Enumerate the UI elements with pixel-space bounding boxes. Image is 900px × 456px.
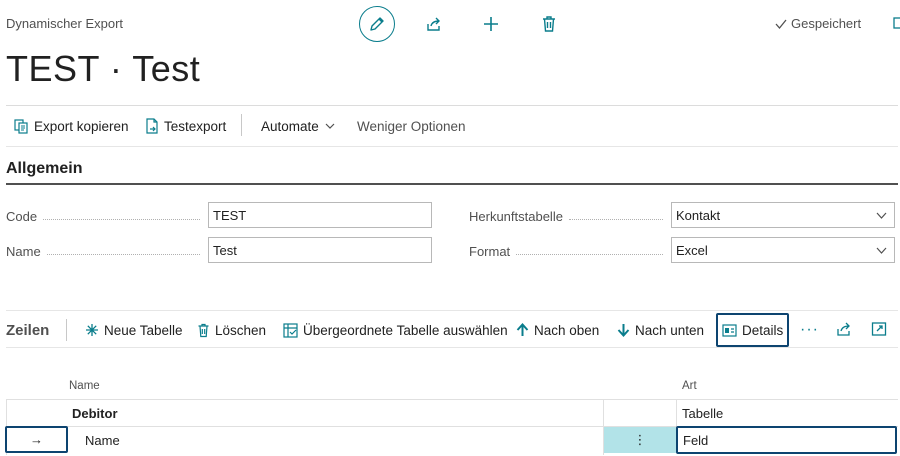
share-lines-button[interactable]: [836, 321, 852, 337]
new-button[interactable]: [481, 14, 501, 34]
lines-separator: [66, 319, 67, 341]
chevron-down-icon: [325, 123, 335, 129]
row-type-cell[interactable]: Tabelle: [682, 406, 723, 421]
name-leader-dots: [46, 253, 200, 255]
move-up-label: Nach oben: [534, 322, 600, 338]
header-divider: [6, 105, 898, 106]
source-table-field-label: Herkunftstabelle: [469, 208, 669, 224]
format-value: Excel: [676, 242, 708, 258]
more-icon: ···: [800, 321, 819, 338]
document-arrow-icon: [146, 118, 158, 134]
share-icon: [427, 17, 440, 31]
trash-icon: [198, 323, 209, 337]
automate-menu[interactable]: Automate: [261, 116, 336, 136]
details-label: Details: [742, 322, 784, 338]
delete-line-button[interactable]: Löschen: [197, 320, 266, 340]
code-label: Code: [6, 208, 38, 224]
source-table-label: Herkunftstabelle: [469, 208, 563, 224]
row-type-value: Feld: [683, 432, 709, 448]
saved-status: Gespeichert: [774, 16, 861, 31]
row-name-cell[interactable]: Debitor: [72, 406, 118, 421]
code-input[interactable]: TEST: [208, 202, 432, 228]
code-field-label: Code: [6, 208, 206, 224]
arrow-down-icon: [617, 324, 630, 337]
general-section-title: Allgemein: [6, 160, 83, 177]
format-label: Format: [469, 243, 511, 259]
details-button[interactable]: Details: [722, 320, 783, 340]
name-field-label: Name: [6, 243, 206, 259]
name-label: Name: [6, 243, 41, 259]
column-header-type[interactable]: Art: [682, 380, 697, 392]
copy-export-action[interactable]: Export kopieren: [14, 116, 129, 136]
more-options-button[interactable]: ···: [800, 320, 819, 340]
copy-export-label: Export kopieren: [34, 118, 129, 134]
fewer-options-label: Weniger Optionen: [357, 118, 466, 134]
row-selector[interactable]: →: [5, 426, 68, 453]
plus-icon: [484, 17, 498, 31]
expand-lines-button[interactable]: [871, 321, 887, 337]
automate-label: Automate: [261, 118, 319, 134]
chevron-down-icon: [876, 247, 887, 254]
row-arrow-icon: →: [30, 432, 43, 447]
page-caption: Dynamischer Export: [6, 16, 124, 31]
format-leader-dots: [516, 253, 663, 255]
test-export-label: Testexport: [164, 118, 227, 134]
format-field-label: Format: [469, 243, 669, 259]
delete-line-label: Löschen: [215, 322, 267, 338]
share-icon: [837, 322, 850, 336]
trash-icon: [543, 16, 555, 32]
move-down-label: Nach unten: [635, 322, 705, 338]
grid-row-divider: [6, 399, 898, 400]
table-select-icon: [283, 322, 298, 338]
grid-column-divider: [676, 399, 677, 427]
share-button[interactable]: [424, 14, 444, 34]
details-card-icon: [722, 323, 737, 337]
row-type-input[interactable]: Feld: [676, 426, 897, 454]
move-up-button[interactable]: Nach oben: [516, 320, 599, 340]
row-menu-icon: ⋮: [633, 432, 647, 447]
select-parent-table-label: Übergeordnete Tabelle auswählen: [303, 322, 508, 338]
row-actions-cell[interactable]: ⋮: [604, 427, 676, 453]
select-parent-table-button[interactable]: Übergeordnete Tabelle auswählen: [283, 320, 508, 340]
name-input[interactable]: Test: [208, 237, 432, 263]
format-select[interactable]: Excel: [671, 237, 895, 263]
move-down-button[interactable]: Nach unten: [617, 320, 704, 340]
pane-icon: [893, 17, 900, 29]
edit-button[interactable]: [359, 6, 395, 42]
new-table-label: Neue Tabelle: [104, 322, 183, 338]
source-table-select[interactable]: Kontakt: [671, 202, 895, 228]
saved-label: Gespeichert: [791, 16, 862, 31]
lines-toolbar-divider: [6, 347, 898, 348]
fewer-options-button[interactable]: Weniger Optionen: [357, 116, 466, 136]
sparkle-icon: [86, 324, 98, 336]
check-icon: [775, 19, 787, 29]
page-title: TEST · Test: [6, 48, 201, 89]
source-table-leader-dots: [568, 218, 663, 220]
general-section-divider: [6, 183, 898, 185]
row-name-cell[interactable]: Name: [85, 433, 120, 448]
arrow-up-icon: [516, 323, 529, 336]
action-bar-divider: [6, 146, 898, 147]
expand-icon: [871, 322, 887, 336]
chevron-down-icon: [876, 212, 887, 219]
delete-record-button[interactable]: [539, 14, 559, 34]
column-header-name[interactable]: Name: [69, 380, 100, 392]
lines-top-divider: [6, 310, 898, 311]
source-table-value: Kontakt: [676, 207, 721, 223]
copy-icon: [14, 118, 28, 134]
lines-section-title[interactable]: Zeilen: [6, 322, 49, 339]
collapse-pane-button[interactable]: [893, 16, 900, 30]
action-separator: [241, 114, 242, 136]
test-export-action[interactable]: Testexport: [145, 116, 226, 136]
pencil-icon: [370, 17, 384, 31]
new-table-button[interactable]: Neue Tabelle: [85, 320, 183, 340]
code-leader-dots: [43, 218, 200, 220]
